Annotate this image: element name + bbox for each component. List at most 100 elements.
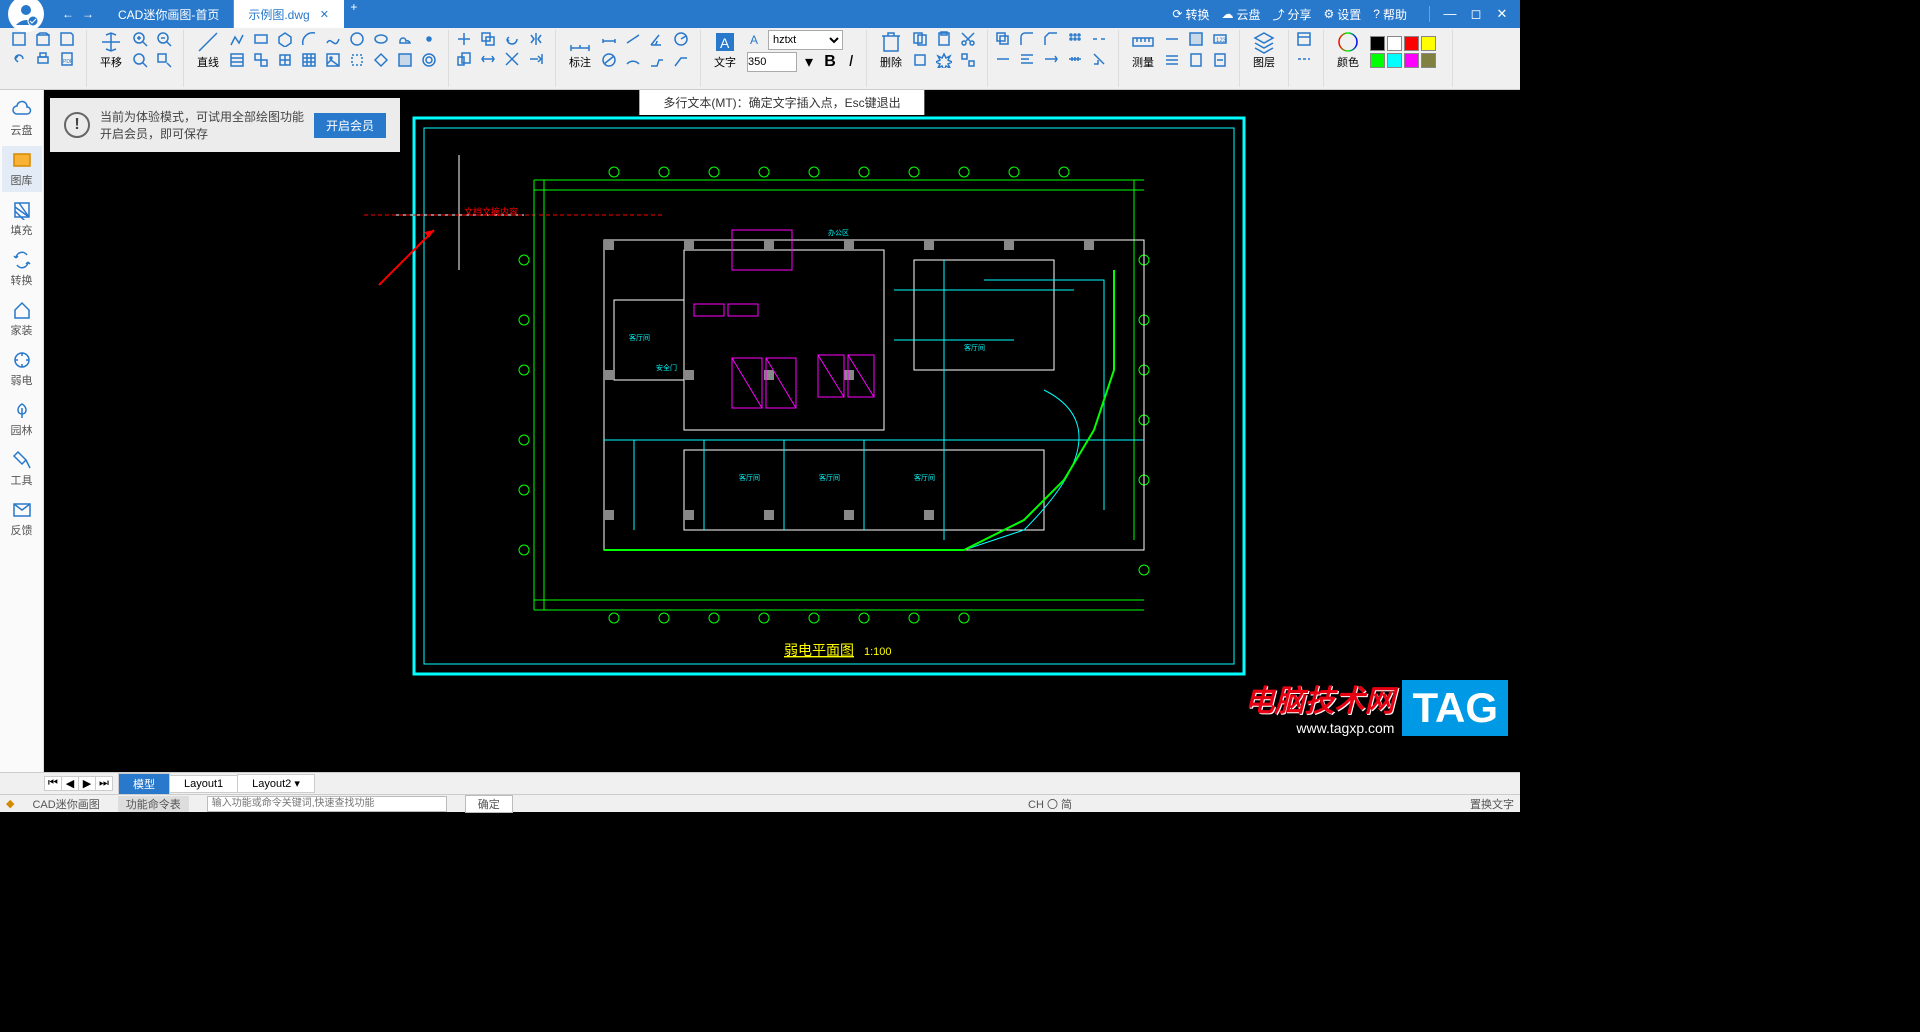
- layout-prev-icon[interactable]: ◀: [61, 776, 79, 791]
- move-icon[interactable]: [455, 30, 473, 48]
- mirror-icon[interactable]: [527, 30, 545, 48]
- insert-icon[interactable]: [276, 51, 294, 69]
- layout-last-icon[interactable]: ⏭: [95, 776, 113, 791]
- area-icon[interactable]: [1187, 30, 1205, 48]
- font-style-icon[interactable]: A: [747, 31, 765, 49]
- linetype-icon[interactable]: [1295, 50, 1313, 68]
- scale-icon[interactable]: [455, 50, 473, 68]
- color-red[interactable]: [1404, 36, 1419, 51]
- italic-icon[interactable]: I: [842, 53, 860, 71]
- sidebar-garden[interactable]: 园林: [2, 396, 42, 442]
- new-icon[interactable]: [10, 30, 28, 48]
- chamfer-icon[interactable]: [1042, 30, 1060, 48]
- dim-radius-icon[interactable]: [672, 30, 690, 48]
- layer-button[interactable]: 图层: [1246, 30, 1282, 70]
- back-icon[interactable]: ←: [62, 7, 74, 21]
- align-icon[interactable]: [1018, 50, 1036, 68]
- zoom-out-icon[interactable]: [155, 30, 173, 48]
- print-icon[interactable]: [34, 50, 52, 68]
- offset-icon[interactable]: [994, 30, 1012, 48]
- undo-icon[interactable]: [10, 50, 28, 68]
- list-icon[interactable]: [1163, 51, 1181, 69]
- color-black[interactable]: [1370, 36, 1385, 51]
- spline-icon[interactable]: [324, 30, 342, 48]
- layout-next-icon[interactable]: ▶: [78, 776, 96, 791]
- dim-linear-icon[interactable]: [600, 30, 618, 48]
- circle-icon[interactable]: [348, 30, 366, 48]
- point-icon[interactable]: [420, 30, 438, 48]
- donut-icon[interactable]: [420, 51, 438, 69]
- status-app[interactable]: CAD迷你画图: [32, 796, 99, 812]
- dim-button[interactable]: 标注: [562, 30, 598, 70]
- dim-diameter-icon[interactable]: [600, 51, 618, 69]
- sidebar-fill[interactable]: 填充: [2, 196, 42, 242]
- lengthen-icon[interactable]: [1042, 50, 1060, 68]
- ellipse-icon[interactable]: [372, 30, 390, 48]
- match-icon[interactable]: [1090, 50, 1108, 68]
- sidebar-tools[interactable]: 工具: [2, 446, 42, 492]
- measure-button[interactable]: 测量: [1125, 30, 1161, 70]
- block-icon[interactable]: [252, 51, 270, 69]
- dist-icon[interactable]: [1163, 30, 1181, 48]
- text-button[interactable]: A文字: [707, 30, 743, 70]
- polyline-icon[interactable]: [228, 30, 246, 48]
- stretch-icon[interactable]: [479, 50, 497, 68]
- color-magenta[interactable]: [1404, 53, 1419, 68]
- color-cyan[interactable]: [1387, 53, 1402, 68]
- dropdown-icon[interactable]: ▾: [800, 53, 818, 71]
- wipeout-icon[interactable]: [348, 51, 366, 69]
- id-icon[interactable]: 123: [1211, 30, 1229, 48]
- region-icon[interactable]: [372, 51, 390, 69]
- settings-button[interactable]: ⚙ 设置: [1324, 6, 1362, 23]
- join-icon[interactable]: [994, 50, 1012, 68]
- layout2-tab[interactable]: Layout2 ▾: [237, 774, 315, 793]
- color-yellow[interactable]: [1421, 36, 1436, 51]
- image-icon[interactable]: [324, 51, 342, 69]
- trim-icon[interactable]: [503, 50, 521, 68]
- sidebar-library[interactable]: 图库: [2, 146, 42, 192]
- save-icon[interactable]: [58, 30, 76, 48]
- font-size-input[interactable]: [747, 52, 797, 72]
- calc-icon[interactable]: [1187, 51, 1205, 69]
- layout-first-icon[interactable]: ⏮: [44, 776, 62, 791]
- cut-icon[interactable]: [959, 30, 977, 48]
- sidebar-cloud[interactable]: 云盘: [2, 96, 42, 142]
- array-icon[interactable]: [1066, 30, 1084, 48]
- tab-home[interactable]: CAD迷你画图-首页: [104, 0, 234, 28]
- ok-button[interactable]: 确定: [465, 795, 513, 813]
- group-icon[interactable]: [959, 51, 977, 69]
- paste-icon[interactable]: [935, 30, 953, 48]
- zoom-window-icon[interactable]: [155, 51, 173, 69]
- ime-status[interactable]: CH 〇 简: [1028, 796, 1072, 812]
- dim-angular-icon[interactable]: [648, 30, 666, 48]
- sidebar-feedback[interactable]: 反馈: [2, 496, 42, 542]
- close-icon[interactable]: ✕: [320, 8, 329, 21]
- dim-leader-icon[interactable]: [672, 51, 690, 69]
- drawing-canvas[interactable]: 多行文本(MT)：确定文字插入点，Esc键退出 ! 当前为体验模式，可试用全部绘…: [44, 90, 1520, 772]
- status-funcs[interactable]: 功能命令表: [118, 796, 189, 812]
- model-tab[interactable]: 模型: [118, 773, 170, 795]
- cloud-button[interactable]: ☁ 云盘: [1221, 6, 1260, 23]
- zoom-fit-icon[interactable]: [131, 51, 149, 69]
- sidebar-elec[interactable]: 弱电: [2, 346, 42, 392]
- rect-icon[interactable]: [252, 30, 270, 48]
- color-olive[interactable]: [1421, 53, 1436, 68]
- delete-button[interactable]: 删除: [873, 30, 909, 70]
- polygon-icon[interactable]: [276, 30, 294, 48]
- rotate-icon[interactable]: [503, 30, 521, 48]
- fillet-icon[interactable]: [1018, 30, 1036, 48]
- boundary-icon[interactable]: [396, 51, 414, 69]
- quickcalc-icon[interactable]: [1211, 51, 1229, 69]
- close-window-icon[interactable]: ✕: [1492, 6, 1512, 22]
- help-button[interactable]: ? 帮助: [1373, 6, 1407, 23]
- color-white[interactable]: [1387, 36, 1402, 51]
- copy-icon[interactable]: [479, 30, 497, 48]
- sidebar-home[interactable]: 家装: [2, 296, 42, 342]
- font-select[interactable]: hztxt: [768, 30, 843, 50]
- break-icon[interactable]: [1090, 30, 1108, 48]
- cloud-icon[interactable]: [396, 30, 414, 48]
- command-input[interactable]: [207, 796, 447, 812]
- hatch-icon[interactable]: [228, 51, 246, 69]
- sidebar-convert[interactable]: 转换: [2, 246, 42, 292]
- explode-icon[interactable]: [935, 51, 953, 69]
